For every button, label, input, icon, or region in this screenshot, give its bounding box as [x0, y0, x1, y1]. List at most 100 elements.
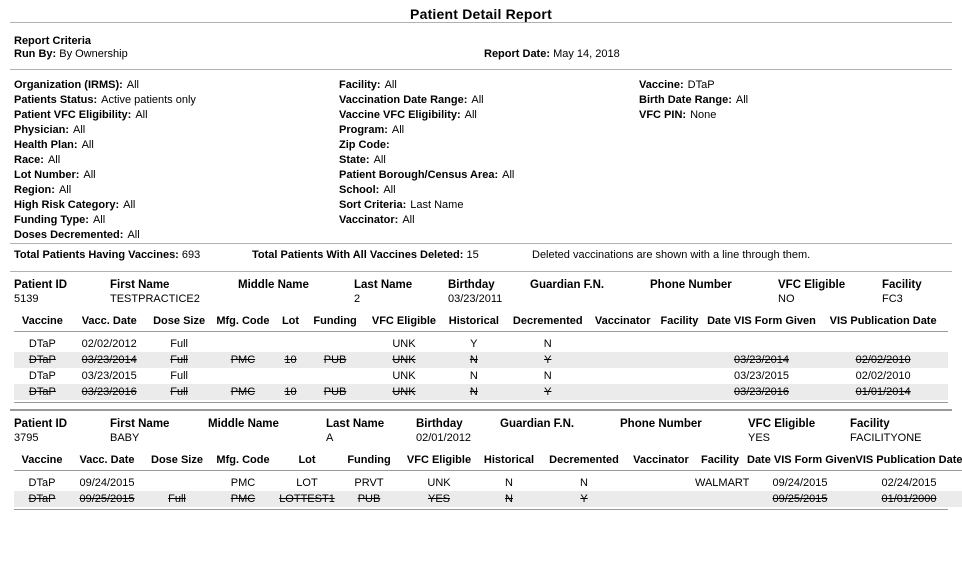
cell-vaccine: DTaP — [28, 338, 56, 350]
patient-field-vfc-eligible: VFC Eligible YES — [748, 417, 815, 445]
table-row[interactable]: DTaP 09/25/2015 Full PMC LOTTEST1 PUB YES N Y 09/… — [14, 491, 962, 507]
criteria-value: DTaP — [687, 79, 715, 91]
cell-lot: LOTTEST1 — [276, 491, 338, 507]
cell-historical: N — [478, 491, 540, 507]
patient-column-header: Middle Name — [238, 279, 309, 291]
criteria-label: Patients Status: — [14, 94, 98, 106]
criteria-value: All — [402, 214, 415, 226]
cell-vacc-date: 09/24/2015 — [79, 477, 135, 489]
table-row[interactable]: DTaP 03/23/2014 Full PMC 10 PUB UNK N Y 03/23/201… — [14, 352, 948, 368]
criteria-label: Vaccine VFC Eligibility: — [339, 109, 461, 121]
criteria-label: Patient Borough/Census Area: — [339, 169, 499, 181]
cell-vaccinator — [591, 336, 654, 352]
cell-mfg-code: PMC — [230, 477, 256, 489]
vaccination-column-header: Dose Size — [147, 312, 211, 332]
cell-facility — [654, 352, 705, 368]
report-date: Report Date: May 14, 2018 — [484, 48, 620, 60]
vaccination-column-header: Funding — [338, 451, 400, 471]
patient-column-header: Last Name — [354, 279, 413, 291]
vaccination-column-header: Date VIS Form Given — [704, 312, 819, 332]
criteria-row: Sort Criteria: Last Name — [339, 198, 514, 213]
patient-field-value: FC3 — [882, 293, 903, 305]
run-by: Run By: By Ownership — [14, 48, 128, 60]
table-row[interactable]: DTaP 03/23/2015 Full UNK N N 03/23/2015 02/02/2… — [14, 368, 948, 384]
cell-vaccine: DTaP — [14, 352, 71, 368]
cell-date-vis-form-given — [705, 336, 818, 352]
cell-vaccinator — [591, 368, 654, 384]
patient-field-value: 03/23/2011 — [448, 293, 503, 305]
criteria-row: Vaccination Date Range: All — [339, 93, 514, 108]
criteria-label: Vaccine: — [639, 79, 684, 91]
vaccination-column-header: Decremented — [540, 451, 628, 471]
criteria-value: All — [464, 109, 477, 121]
patient-block: Patient ID 5139 First Name TESTPRACTICE2 Mid… — [0, 272, 962, 411]
criteria-row: Vaccine: DTaP — [639, 78, 748, 93]
cell-mfg-code: PMC — [210, 352, 276, 368]
cell-mfg-code — [211, 336, 276, 352]
cell-lot: LOT — [296, 477, 318, 489]
cell-lot: 10 — [275, 352, 306, 368]
cell-lot: 10 — [275, 384, 306, 400]
patient-field-value: 02/01/2012 — [416, 432, 472, 444]
cell-vacc-date: 03/23/2015 — [81, 370, 137, 382]
criteria-row: Health Plan: All — [14, 138, 196, 153]
criteria-label: Physician: — [14, 124, 70, 136]
criteria-value: All — [471, 94, 484, 106]
criteria-label: High Risk Category: — [14, 199, 120, 211]
table-row[interactable]: DTaP 02/02/2012 Full UNK Y N — [14, 336, 948, 352]
patient-field-value: YES — [748, 432, 771, 444]
criteria-value: All — [735, 94, 749, 106]
cell-mfg-code: PMC — [210, 491, 276, 507]
patient-field-value: 3795 — [14, 432, 39, 444]
criteria-row: Organization (IRMS): All — [14, 78, 196, 93]
cell-vis-publication-date: 02/02/2010 — [855, 370, 911, 382]
patient-field-middle-name: Middle Name — [208, 417, 279, 431]
vaccination-column-header: Vaccine — [14, 312, 71, 332]
table-row[interactable]: DTaP 03/23/2016 Full PMC 10 PUB UNK N Y 03/23/201… — [14, 384, 948, 400]
patient-field-patient-id: Patient ID 3795 — [14, 417, 67, 445]
patient-field-value: TESTPRACTICE2 — [110, 293, 200, 305]
cell-vaccinator — [591, 352, 655, 368]
criteria-value: All — [135, 109, 148, 121]
criteria-row: VFC PIN: None — [639, 108, 748, 123]
table-row[interactable]: DTaP 09/24/2015 PMC LOT PRVT UNK N N WALMART 09/2… — [14, 475, 962, 491]
cell-facility — [654, 368, 705, 384]
criteria-row: Patient Borough/Census Area: All — [339, 168, 514, 183]
vaccination-column-header: VIS Publication Date — [818, 312, 948, 332]
patient-field-phone-number: Phone Number — [650, 278, 732, 292]
cell-facility — [694, 491, 746, 507]
patient-column-header: VFC Eligible — [778, 279, 846, 291]
vaccination-column-header: Vacc. Date — [70, 312, 148, 332]
divider-below-vaccination-table — [14, 402, 948, 403]
cell-funding — [306, 368, 365, 384]
criteria-label: Sort Criteria: — [339, 199, 407, 211]
patient-field-guardian-fn: Guardian F.N. — [500, 417, 574, 431]
patient-header: Patient ID 3795 First Name BABY Middle Name L… — [14, 411, 948, 451]
vaccination-column-header: VFC Eligible — [364, 312, 444, 332]
cell-vfc-eligible: YES — [400, 491, 478, 507]
cell-dose-size: Full — [170, 338, 188, 350]
patient-column-header: VFC Eligible — [748, 418, 816, 430]
cell-vacc-date: 03/23/2014 — [70, 352, 148, 368]
cell-historical: N — [443, 384, 505, 400]
criteria-label: VFC PIN: — [639, 109, 687, 121]
total-having-vaccines: Total Patients Having Vaccines: 693 — [14, 249, 200, 261]
criteria-label: Patient VFC Eligibility: — [14, 109, 132, 121]
patient-field-facility: Facility FACILITYONE — [850, 417, 922, 445]
patient-field-guardian-fn: Guardian F.N. — [530, 278, 604, 292]
cell-dose-size: Full — [147, 384, 211, 400]
vaccination-column-header: Vacc. Date — [70, 451, 144, 471]
criteria-value: All — [391, 124, 405, 136]
cell-decremented: N — [580, 477, 588, 489]
run-by-line: Run By: By Ownership Report Date: May 14… — [14, 47, 948, 69]
report-criteria-heading: Report Criteria — [14, 35, 92, 47]
criteria-value: Active patients only — [101, 94, 196, 106]
page-title: Patient Detail Report — [410, 6, 552, 22]
cell-lot — [275, 336, 305, 352]
criteria-label: Health Plan: — [14, 139, 78, 151]
cell-decremented: N — [543, 370, 552, 382]
cell-decremented: N — [543, 338, 552, 350]
patient-column-header: Guardian F.N. — [500, 418, 575, 430]
criteria-row: School: All — [339, 183, 514, 198]
cell-vis-publication-date: 02/02/2010 — [818, 352, 948, 368]
